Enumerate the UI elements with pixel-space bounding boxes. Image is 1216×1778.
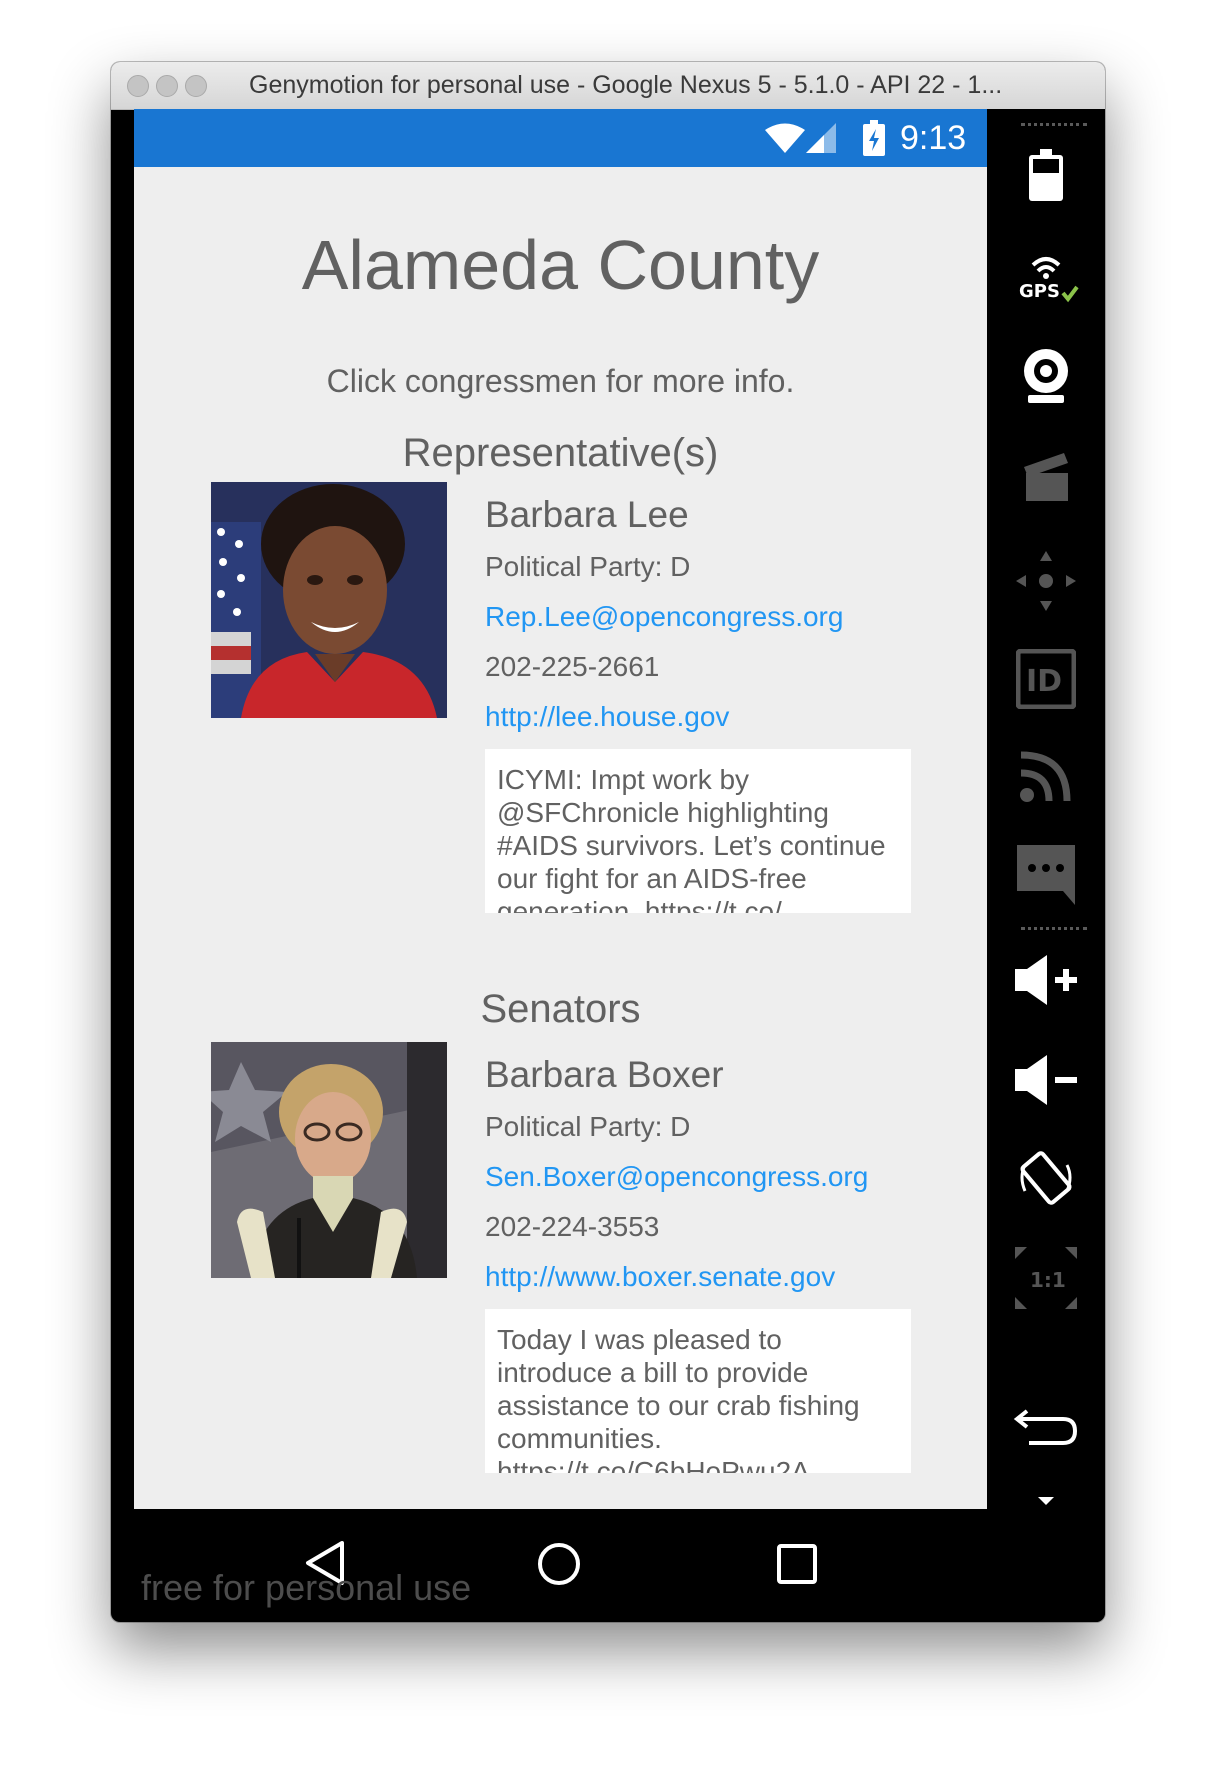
member-name[interactable]: Barbara Lee xyxy=(485,494,689,536)
menu-arrow-icon[interactable] xyxy=(987,1495,1105,1507)
battery-charging-icon xyxy=(863,120,885,156)
window-titlebar: Genymotion for personal use - Google Nex… xyxy=(111,62,1105,110)
member-phone[interactable]: 202-224-3553 xyxy=(485,1211,659,1243)
sms-icon[interactable] xyxy=(987,843,1105,905)
webcam-icon[interactable] xyxy=(987,347,1105,407)
member-email-link[interactable]: Rep.Lee@opencongress.org xyxy=(485,601,843,633)
zoom-window-button[interactable] xyxy=(185,75,207,97)
volume-up-icon[interactable] xyxy=(987,953,1105,1007)
representative-details: Barbara Lee Political Party: D Rep.Lee@o… xyxy=(485,482,925,742)
member-email-link[interactable]: Sen.Boxer@opencongress.org xyxy=(485,1161,868,1193)
tweet-text: Today I was pleased to introduce a bill … xyxy=(497,1324,860,1473)
member-name[interactable]: Barbara Boxer xyxy=(485,1054,724,1096)
capture-icon[interactable] xyxy=(987,451,1105,503)
back-icon[interactable] xyxy=(987,1405,1105,1447)
pixel-perfect-icon[interactable]: 1:1 xyxy=(987,1245,1105,1311)
rotate-icon[interactable] xyxy=(987,1147,1105,1209)
status-bar: 9:13 xyxy=(134,109,987,167)
member-party: Political Party: D xyxy=(485,551,691,582)
device-id-label: ID xyxy=(1026,664,1062,699)
battery-icon[interactable] xyxy=(987,149,1105,201)
signal-icon xyxy=(806,123,836,153)
senators-heading: Senators xyxy=(480,987,641,1031)
window-title: Genymotion for personal use - Google Nex… xyxy=(249,71,1003,99)
member-website-link[interactable]: http://lee.house.gov xyxy=(485,701,729,733)
page-title: Alameda County xyxy=(301,226,820,304)
watermark-text: free for personal use xyxy=(141,1567,472,1608)
close-window-button[interactable] xyxy=(127,75,149,97)
emulator-sidebar: GPS ID 1:1 xyxy=(987,109,1105,1622)
minimize-window-button[interactable] xyxy=(156,75,178,97)
sidebar-divider xyxy=(1021,927,1087,930)
device-id-icon[interactable]: ID xyxy=(987,649,1105,709)
emulator-window: Genymotion for personal use - Google Nex… xyxy=(111,62,1105,1622)
representatives-heading: Representative(s) xyxy=(402,431,719,475)
pixel-perfect-label: 1:1 xyxy=(1030,1268,1066,1292)
gps-icon[interactable]: GPS xyxy=(987,249,1105,305)
barbara-lee-photo[interactable] xyxy=(211,482,447,718)
senator-details: Barbara Boxer Political Party: D Sen.Box… xyxy=(485,1042,925,1302)
status-time: 9:13 xyxy=(900,119,967,157)
member-phone[interactable]: 202-225-2661 xyxy=(485,651,659,683)
sidebar-divider xyxy=(1021,123,1087,126)
tweet-text: ICYMI: Impt work by @SFChronicle highlig… xyxy=(497,764,886,913)
dpad-icon[interactable] xyxy=(987,549,1105,613)
member-website-link[interactable]: http://www.boxer.senate.gov xyxy=(485,1261,835,1293)
android-screen: 9:13 Alameda County Click congressmen fo… xyxy=(134,109,987,1509)
home-nav-icon[interactable] xyxy=(537,1542,581,1586)
wifi-icon xyxy=(765,123,805,153)
member-party: Political Party: D xyxy=(485,1111,691,1142)
gps-label: GPS xyxy=(1019,281,1060,302)
member-tweet[interactable]: ICYMI: Impt work by @SFChronicle highlig… xyxy=(485,749,911,913)
recents-nav-icon[interactable] xyxy=(777,1544,817,1584)
page-subtitle: Click congressmen for more info. xyxy=(326,363,795,399)
member-tweet[interactable]: Today I was pleased to introduce a bill … xyxy=(485,1309,911,1473)
volume-down-icon[interactable] xyxy=(987,1053,1105,1107)
barbara-boxer-photo[interactable] xyxy=(211,1042,447,1278)
rss-icon[interactable] xyxy=(987,749,1105,803)
